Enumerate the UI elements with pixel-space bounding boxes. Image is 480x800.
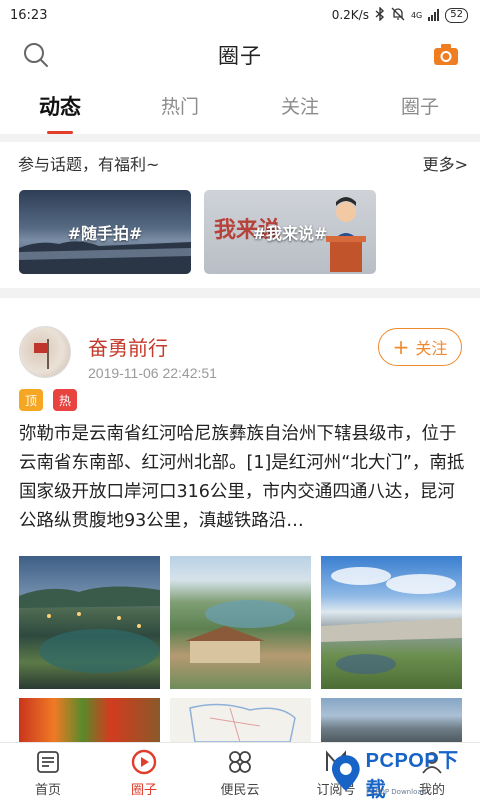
- camera-icon[interactable]: [432, 42, 460, 68]
- signal-icon: [428, 9, 440, 21]
- topic-card-label: #我来说#: [252, 224, 328, 243]
- nav-circles[interactable]: 圈子: [96, 743, 192, 800]
- nav-label: 首页: [34, 783, 61, 798]
- nav-label: 便民云: [220, 783, 260, 798]
- plus-icon: +: [392, 335, 410, 359]
- valley-town-photo: [321, 567, 462, 674]
- post-photo[interactable]: [170, 556, 311, 689]
- bluetooth-icon: [375, 5, 385, 24]
- tab-circles[interactable]: 圈子: [360, 84, 480, 134]
- search-icon[interactable]: [22, 41, 50, 69]
- battery-indicator: 52: [445, 7, 468, 23]
- post-photo[interactable]: [19, 698, 160, 742]
- topics-title: 参与话题，有福利~: [18, 155, 160, 174]
- status-bar: 16:23 0.2K/s 4G 52: [0, 0, 480, 30]
- status-indicators: 0.2K/s 4G 52: [331, 5, 468, 24]
- topic-card-say[interactable]: 我来说 #我来说#: [204, 190, 376, 274]
- network-speed: 0.2K/s: [331, 8, 369, 22]
- nav-home[interactable]: 首页: [0, 743, 96, 800]
- pinned-badge: 顶: [19, 389, 43, 411]
- watermark-subtext: PCPOP Download: [366, 788, 427, 796]
- section-divider: [0, 134, 480, 142]
- topic-card-snapshot[interactable]: #随手拍#: [19, 190, 191, 274]
- page-title: 圈子: [218, 44, 262, 68]
- follow-button[interactable]: + 关注: [378, 328, 462, 366]
- site-watermark: PCPOP下载 PCPOP Download: [330, 748, 478, 800]
- post-photo[interactable]: [321, 556, 462, 689]
- tab-bar: 动态 热门 关注 圈子: [0, 84, 480, 134]
- map-image: [189, 703, 296, 742]
- topics-more-link[interactable]: 更多>: [423, 151, 468, 175]
- status-time: 16:23: [10, 7, 48, 23]
- app-header: 圈子: [0, 30, 480, 80]
- follow-label: 关注: [415, 339, 448, 358]
- grid-icon: [229, 751, 251, 773]
- news-icon: [37, 751, 59, 773]
- tab-hot[interactable]: 热门: [120, 84, 240, 134]
- nav-label: 圈子: [130, 783, 157, 798]
- post-body[interactable]: 弥勒市是云南省红河哈尼族彝族自治州下辖县级市，位于云南省东南部、红河州北部。[1…: [19, 420, 465, 536]
- hot-badge: 热: [53, 389, 77, 411]
- post-timestamp: 2019-11-06 22:42:51: [88, 365, 217, 381]
- tab-dynamic[interactable]: 动态: [0, 84, 120, 134]
- section-divider: [0, 288, 480, 298]
- tab-following[interactable]: 关注: [240, 84, 360, 134]
- post-photo[interactable]: [170, 698, 311, 742]
- nav-services[interactable]: 便民云: [192, 743, 288, 800]
- network-type: 4G: [410, 10, 423, 20]
- circle-play-icon: [131, 749, 157, 775]
- topics-header: 参与话题，有福利~ 更多>: [18, 150, 468, 176]
- topic-card-label: #随手拍#: [67, 224, 143, 243]
- mute-icon: [391, 7, 405, 24]
- avatar[interactable]: [19, 326, 71, 378]
- post-photo[interactable]: [19, 556, 160, 689]
- post-photo[interactable]: [321, 698, 462, 742]
- pin-logo-icon: [331, 755, 360, 791]
- night-city-photo: [19, 586, 160, 673]
- post-author[interactable]: 奋勇前行: [88, 332, 168, 361]
- park-aerial-photo: [185, 600, 295, 663]
